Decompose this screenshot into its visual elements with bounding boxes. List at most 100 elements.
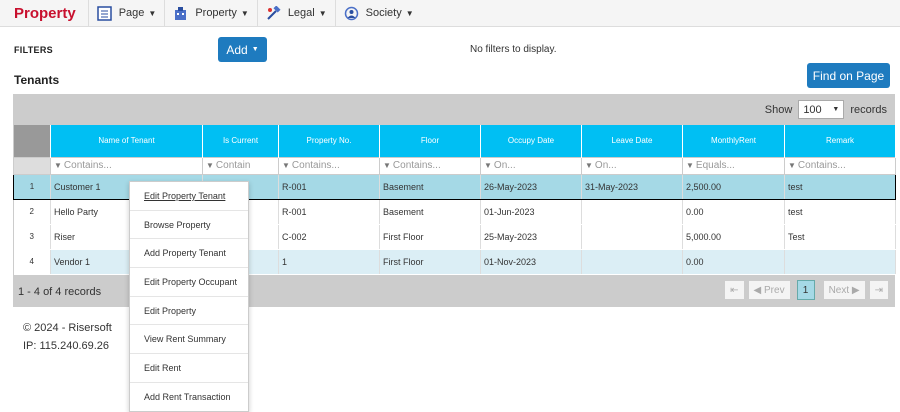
menu-item-edit-property[interactable]: Edit Property — [130, 297, 248, 326]
cell-floor[interactable]: First Floor — [379, 249, 481, 275]
filter-icon[interactable]: ▼ — [484, 161, 492, 170]
column-filter-input[interactable]: ▼ Contains... — [784, 156, 896, 175]
menu-item-edit-property-tenant[interactable]: Edit Property Tenant — [130, 182, 248, 211]
current-page-button[interactable]: 1 — [796, 280, 815, 300]
column-header[interactable]: Leave Date — [581, 125, 683, 157]
page-size-value: 100 — [803, 103, 822, 116]
building-icon — [175, 6, 187, 20]
find-on-page-button[interactable]: Find on Page — [807, 63, 890, 88]
menu-page-label: Page — [118, 7, 145, 19]
column-header[interactable]: Remark — [784, 125, 896, 157]
chevron-down-icon: ▼ — [405, 8, 414, 18]
menu-society[interactable]: Society ▼ — [334, 0, 422, 27]
filter-row: ▼ Contains... ▼ Contain ▼ Contains... ▼ Cont… — [13, 156, 896, 175]
last-page-button[interactable]: ⇥ — [868, 280, 889, 300]
legal-icon — [267, 5, 281, 20]
menu-legal[interactable]: Legal ▼ — [256, 0, 335, 27]
menu-item-browse-property[interactable]: Browse Property — [130, 211, 248, 240]
column-header[interactable]: Occupy Date — [480, 125, 582, 157]
next-label: Next — [828, 284, 850, 296]
cell-property-no[interactable]: R-001 — [278, 173, 380, 200]
filter-placeholder: Contains... — [63, 160, 112, 171]
page-size-select[interactable]: 100 ▼ — [798, 100, 845, 119]
cell-property-no[interactable]: R-001 — [278, 199, 380, 225]
cell-leave-date[interactable] — [581, 199, 683, 225]
filter-placeholder: Contains... — [291, 160, 340, 171]
column-filter-input[interactable]: ▼ Contains... — [50, 156, 203, 175]
menu-item-add-rent-transaction[interactable]: Add Rent Transaction — [130, 383, 248, 411]
chevron-down-icon: ▼ — [240, 8, 249, 18]
filter-icon[interactable]: ▼ — [788, 161, 796, 170]
column-filter-input[interactable]: ▼ Contains... — [379, 156, 481, 175]
cell-monthly-rent[interactable]: 0.00 — [682, 199, 785, 225]
filter-icon[interactable]: ▼ — [585, 161, 593, 170]
menu-legal-label: Legal — [287, 7, 315, 19]
cell-leave-date[interactable]: 31-May-2023 — [581, 173, 683, 200]
filter-icon[interactable]: ▼ — [282, 161, 290, 170]
column-header[interactable]: Name of Tenant — [50, 125, 203, 157]
top-navbar: Property Page ▼ Property ▼ Legal ▼ Society ▼ — [0, 0, 900, 27]
column-filter-input[interactable]: ▼ Equals... — [682, 156, 785, 175]
add-filter-label: Add — [226, 42, 248, 57]
cell-floor[interactable]: Basement — [379, 199, 481, 225]
cell-remark[interactable]: Test — [784, 224, 896, 250]
page-icon — [96, 5, 112, 21]
filter-icon[interactable]: ▼ — [686, 161, 694, 170]
column-header[interactable]: Floor — [379, 125, 481, 157]
no-filters-message: No filters to display. — [470, 44, 557, 55]
cell-remark[interactable]: test — [784, 199, 896, 225]
filter-placeholder: On... — [493, 160, 516, 171]
filter-placeholder: Equals... — [695, 160, 735, 171]
filter-placeholder: Contains... — [797, 160, 846, 171]
filter-icon[interactable]: ▼ — [206, 161, 214, 170]
menu-page[interactable]: Page ▼ — [87, 0, 165, 27]
column-filter-input[interactable]: ▼ On... — [480, 156, 582, 175]
row-number: 2 — [13, 199, 51, 225]
column-header[interactable]: MonthlyRent — [682, 125, 785, 157]
column-header[interactable]: Is Current — [202, 125, 279, 157]
filter-placeholder: Contain — [215, 160, 251, 171]
cell-leave-date[interactable] — [581, 224, 683, 250]
cell-remark[interactable]: test — [784, 173, 896, 200]
menu-item-edit-property-occupant[interactable]: Edit Property Occupant — [130, 268, 248, 297]
prev-page-button[interactable]: ◀ Prev — [747, 280, 791, 300]
chevron-down-icon: ▼ — [148, 8, 157, 18]
cell-occupy-date[interactable]: 26-May-2023 — [480, 173, 582, 200]
menu-property[interactable]: Property ▼ — [164, 0, 257, 27]
cell-monthly-rent[interactable]: 5,000.00 — [682, 224, 785, 250]
row-number: 3 — [13, 224, 51, 250]
show-label: Show — [764, 103, 793, 116]
cell-floor[interactable]: First Floor — [379, 224, 481, 250]
cell-occupy-date[interactable]: 01-Nov-2023 — [480, 249, 582, 275]
filter-row-spacer — [13, 156, 51, 175]
next-page-button[interactable]: Next ▶ — [822, 280, 866, 300]
column-filter-input[interactable]: ▼ Contains... — [278, 156, 380, 175]
records-label: records — [850, 103, 887, 116]
cell-floor[interactable]: Basement — [379, 173, 481, 200]
menu-item-add-property-tenant[interactable]: Add Property Tenant — [130, 239, 248, 269]
cell-property-no[interactable]: 1 — [278, 249, 380, 275]
cell-property-no[interactable]: C-002 — [278, 224, 380, 250]
row-number-header — [13, 125, 51, 157]
cell-remark[interactable] — [784, 249, 896, 275]
cell-monthly-rent[interactable]: 2,500.00 — [682, 173, 785, 200]
prev-label: Prev — [764, 284, 785, 296]
cell-occupy-date[interactable]: 25-May-2023 — [480, 224, 582, 250]
cell-occupy-date[interactable]: 01-Jun-2023 — [480, 199, 582, 225]
cell-monthly-rent[interactable]: 0.00 — [682, 249, 785, 275]
footer-ip: IP: 115.240.69.26 — [23, 340, 110, 352]
menu-item-view-rent-summary[interactable]: View Rent Summary — [130, 325, 248, 355]
column-filter-input[interactable]: ▼ Contain — [202, 156, 279, 175]
filter-icon[interactable]: ▼ — [54, 161, 62, 170]
row-number: 4 — [13, 249, 51, 275]
column-header[interactable]: Property No. — [278, 125, 380, 157]
filter-placeholder: On... — [594, 160, 617, 171]
society-icon — [344, 6, 358, 20]
filter-icon[interactable]: ▼ — [383, 161, 391, 170]
first-page-button[interactable]: ⇤ — [724, 280, 745, 300]
brand-logo[interactable]: Property — [0, 5, 88, 22]
add-filter-button[interactable]: Add ▼ — [218, 37, 267, 62]
menu-item-edit-rent[interactable]: Edit Rent — [130, 354, 248, 383]
column-filter-input[interactable]: ▼ On... — [581, 156, 683, 175]
cell-leave-date[interactable] — [581, 249, 683, 275]
